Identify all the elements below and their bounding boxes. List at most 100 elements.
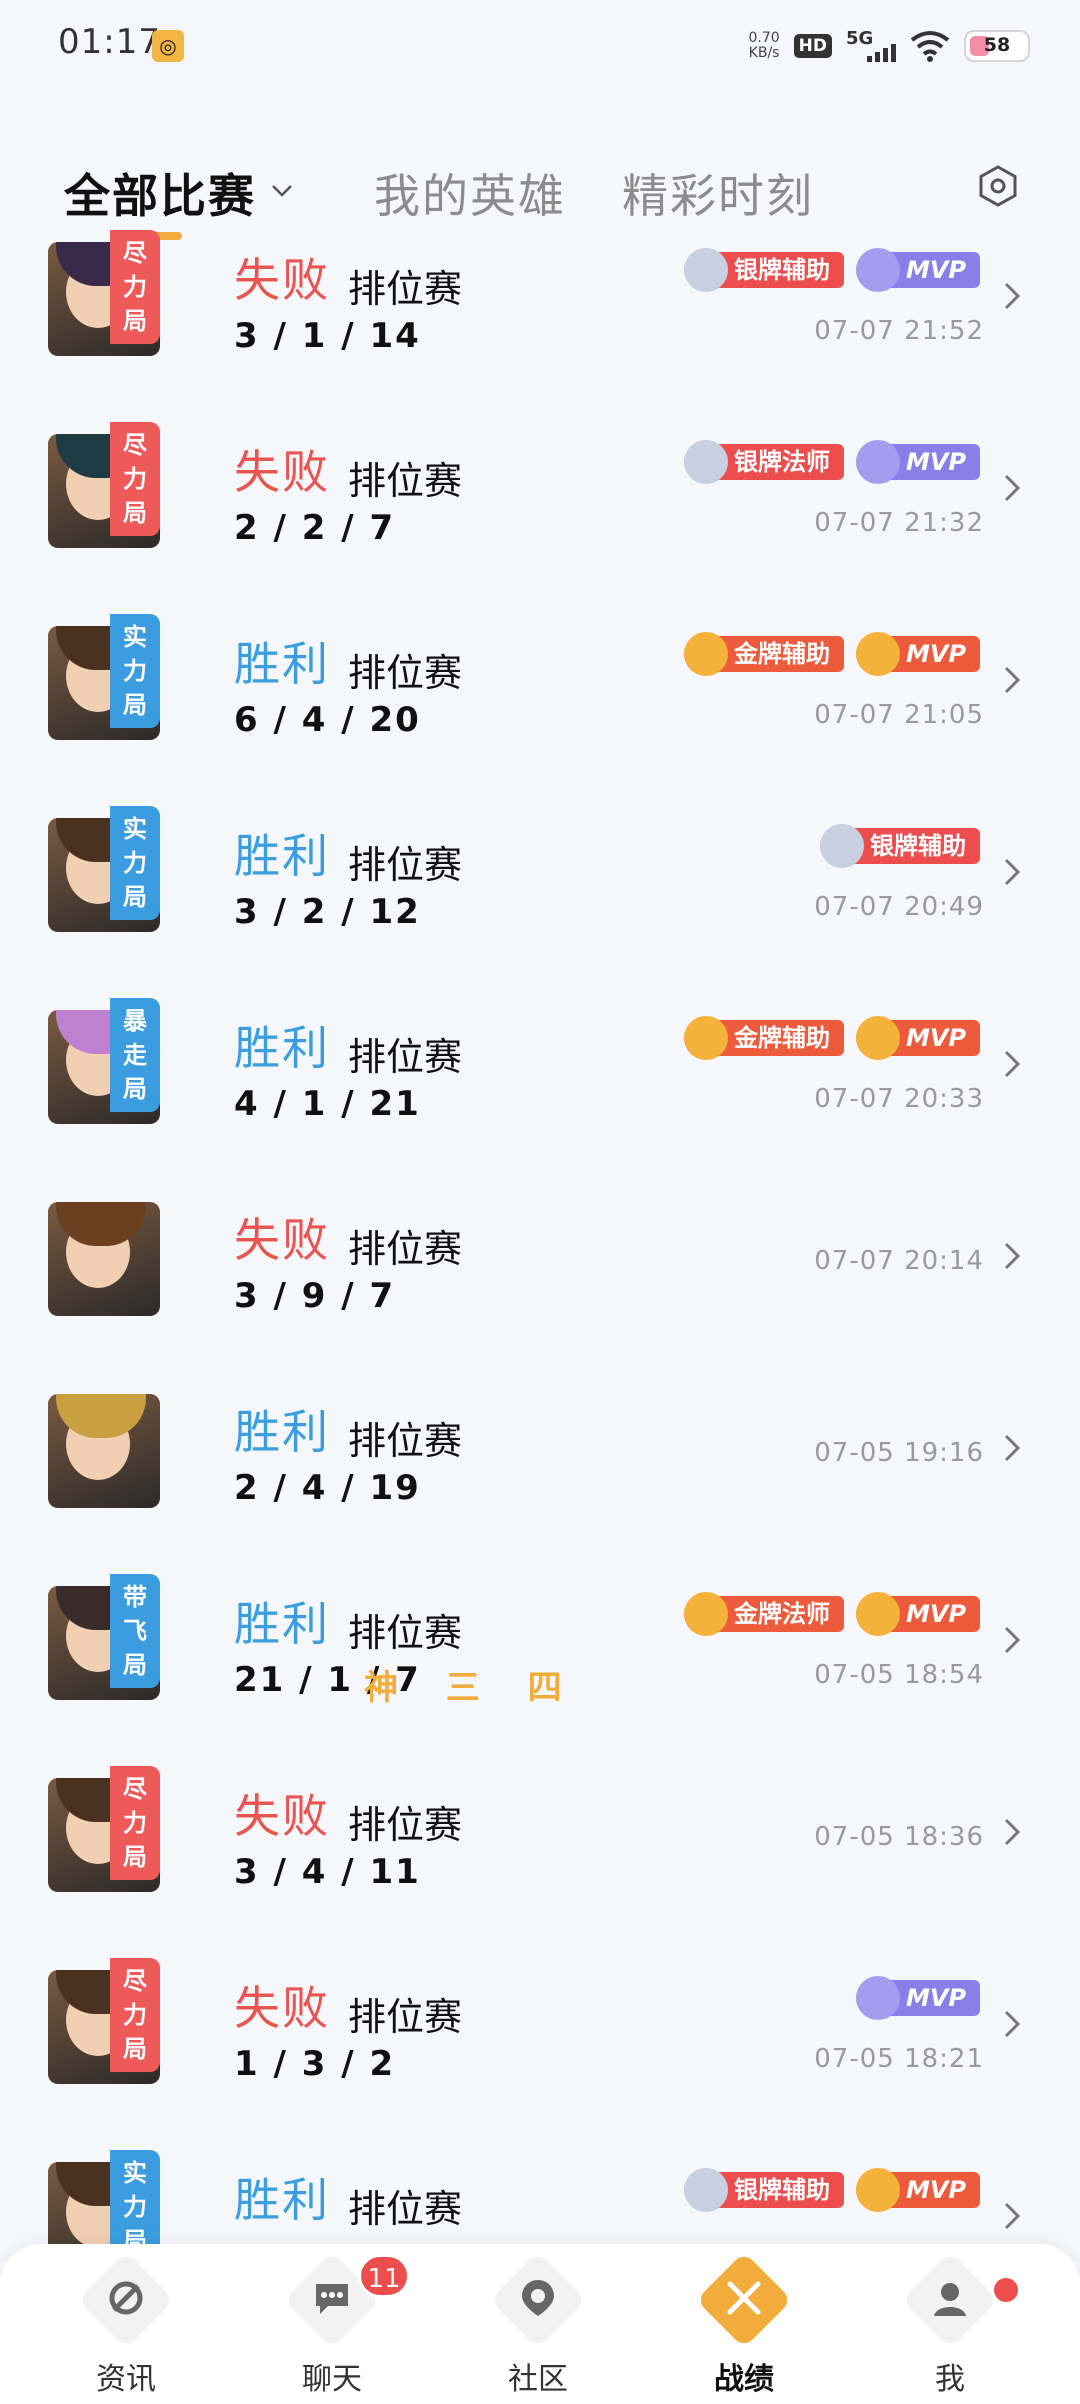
match-result: 胜利 <box>234 637 330 691</box>
match-result: 胜利 <box>234 829 330 883</box>
chevron-right-icon[interactable] <box>1000 662 1024 698</box>
match-row[interactable]: 带 飞 局胜利 排位赛 21 / 1 / 7神 三 四金牌法师 MVP 07-05 18… <box>0 1574 1080 1766</box>
nav-label: 资讯 <box>96 2362 156 2397</box>
chevron-right-icon[interactable] <box>1000 1622 1024 1658</box>
chevron-right-icon[interactable] <box>1000 470 1024 506</box>
chat-unread-badge: 11 <box>358 2254 410 2298</box>
match-kda: 3 / 1 / 14 <box>234 316 421 356</box>
match-result: 失败 <box>234 1213 330 1267</box>
chevron-right-icon[interactable] <box>1000 2198 1024 2234</box>
match-type: 排位赛 <box>348 1035 463 1079</box>
match-row[interactable]: 实 力 局 胜利 排位赛 6 / 4 / 20 金牌辅助 MVP 07-07 21:05 <box>0 614 1080 806</box>
network-speed-value: 0.70 <box>748 30 780 46</box>
chevron-right-icon[interactable] <box>1000 1046 1024 1082</box>
bottom-nav: 资讯 11 聊天 社区 战绩 我 <box>0 2244 1080 2404</box>
battery-level: 58 <box>983 34 1011 56</box>
match-kda: 2 / 4 / 19 <box>234 1468 421 1508</box>
nav-item-community[interactable]: 社区 <box>478 2251 598 2397</box>
tab-bar: 全部比赛 我的英雄 精彩时刻 <box>0 140 1080 240</box>
match-type: 排位赛 <box>348 2187 463 2231</box>
badge-label: MVP <box>905 640 966 668</box>
badge-label: 金牌辅助 <box>733 640 830 668</box>
match-row[interactable]: 失败 排位赛 3 / 9 / 7 07-07 20:14 <box>0 1190 1080 1382</box>
match-badges: MVP <box>855 1976 980 2020</box>
trophy-icon <box>855 2168 900 2212</box>
badge-label: MVP <box>905 1024 966 1052</box>
trophy-icon <box>855 1016 900 1060</box>
tab-my-heroes[interactable]: 我的英雄 <box>374 160 566 226</box>
match-time: 07-05 18:21 <box>814 2044 984 2074</box>
chevron-right-icon[interactable] <box>1000 1238 1024 1274</box>
match-mode-tag: 尽 力 局 <box>110 422 160 536</box>
hexagon-settings-icon[interactable] <box>976 164 1020 208</box>
chevron-right-icon[interactable] <box>1000 1430 1024 1466</box>
match-row[interactable]: 尽 力 局 失败 排位赛 2 / 2 / 7 银牌法师 MVP 07-07 21:32 <box>0 422 1080 614</box>
match-type: 排位赛 <box>348 1611 463 1655</box>
match-row[interactable]: 尽 力 局 失败 排位赛 1 / 3 / 2 MVP 07-05 18:21 <box>0 1958 1080 2150</box>
nav-item-stats[interactable]: 战绩 <box>684 2251 804 2397</box>
medal-icon <box>683 1592 728 1636</box>
medal-badge: 金牌法师 <box>683 1592 844 1636</box>
battery-icon: 58 <box>964 30 1030 62</box>
match-row[interactable]: 胜利 排位赛 2 / 4 / 19 07-05 19:16 <box>0 1382 1080 1574</box>
nav-item-news[interactable]: 资讯 <box>66 2251 186 2397</box>
badge-label: 金牌辅助 <box>733 1024 830 1052</box>
chevron-right-icon[interactable] <box>1000 2006 1024 2042</box>
trophy-icon <box>855 632 900 676</box>
medal-badge: 银牌辅助 <box>683 2168 844 2212</box>
match-time: 07-07 21:32 <box>814 508 984 538</box>
chevron-right-icon[interactable] <box>1000 278 1024 314</box>
chevron-right-icon[interactable] <box>1000 854 1024 890</box>
match-row[interactable]: 实 力 局 胜利 排位赛 3 / 2 / 12 银牌辅助 07-07 20:49 <box>0 806 1080 998</box>
match-mode-tag: 暴 走 局 <box>110 998 160 1112</box>
match-result: 胜利 <box>234 1021 330 1075</box>
match-type: 排位赛 <box>348 843 463 887</box>
nav-item-me[interactable]: 我 <box>890 2251 1018 2397</box>
match-type: 排位赛 <box>348 459 463 503</box>
match-result: 失败 <box>234 253 330 307</box>
medal-badge: 银牌辅助 <box>820 824 980 868</box>
status-time: 01:17 <box>58 22 161 62</box>
signal-icon: 5G <box>846 28 896 64</box>
match-time: 07-07 20:49 <box>814 892 984 922</box>
match-row[interactable]: 暴 走 局 胜利 排位赛 4 / 1 / 21 金牌辅助 MVP 07-07 20:33 <box>0 998 1080 1190</box>
match-badges: 金牌辅助 MVP <box>683 632 980 676</box>
match-result: 胜利 <box>234 2173 330 2227</box>
notification-dot <box>994 2278 1018 2302</box>
nav-item-chat[interactable]: 11 聊天 <box>272 2251 410 2397</box>
match-time: 07-05 18:36 <box>814 1822 984 1852</box>
chevron-down-icon[interactable] <box>270 178 294 202</box>
mvp-badge: MVP <box>855 2168 980 2212</box>
badge-label: MVP <box>905 256 966 284</box>
match-mode-tag: 实 力 局 <box>110 614 160 728</box>
trophy-icon <box>855 1976 900 2020</box>
match-type: 排位赛 <box>348 1227 463 1271</box>
medal-icon <box>683 440 728 484</box>
nav-label: 战绩 <box>714 2362 774 2397</box>
nav-label: 社区 <box>508 2362 568 2397</box>
match-mode-tag: 带 飞 局 <box>110 1574 160 1688</box>
match-mode-tag: 尽 力 局 <box>110 1958 160 2072</box>
match-type: 排位赛 <box>348 267 463 311</box>
match-time: 07-07 20:14 <box>814 1246 984 1276</box>
mvp-badge: MVP <box>855 248 980 292</box>
community-icon <box>522 2280 554 2316</box>
match-kda: 2 / 2 / 7 <box>234 508 396 548</box>
hero-avatar <box>48 1394 160 1508</box>
medal-icon <box>683 2168 728 2212</box>
tab-all-matches[interactable]: 全部比赛 <box>64 160 256 226</box>
match-row[interactable]: 尽 力 局 失败 排位赛 3 / 1 / 14 银牌辅助 MVP 07-07 21:52 <box>0 230 1080 422</box>
match-row[interactable]: 尽 力 局 失败 排位赛 3 / 4 / 11 07-05 18:36 <box>0 1766 1080 1958</box>
tab-highlights[interactable]: 精彩时刻 <box>622 160 814 226</box>
match-kda: 4 / 1 / 21 <box>234 1084 421 1124</box>
match-badges: 银牌辅助 MVP <box>683 2168 980 2212</box>
medal-badge: 金牌辅助 <box>683 632 844 676</box>
match-kda: 3 / 4 / 11 <box>234 1852 421 1892</box>
app-notification-icon: ◎ <box>152 30 184 62</box>
hd-icon: HD <box>793 34 832 58</box>
badge-label: 银牌法师 <box>733 448 830 476</box>
medal-icon <box>683 632 728 676</box>
match-mode-tag: 实 力 局 <box>110 806 160 920</box>
badge-label: 金牌法师 <box>733 1600 830 1628</box>
chevron-right-icon[interactable] <box>1000 1814 1024 1850</box>
